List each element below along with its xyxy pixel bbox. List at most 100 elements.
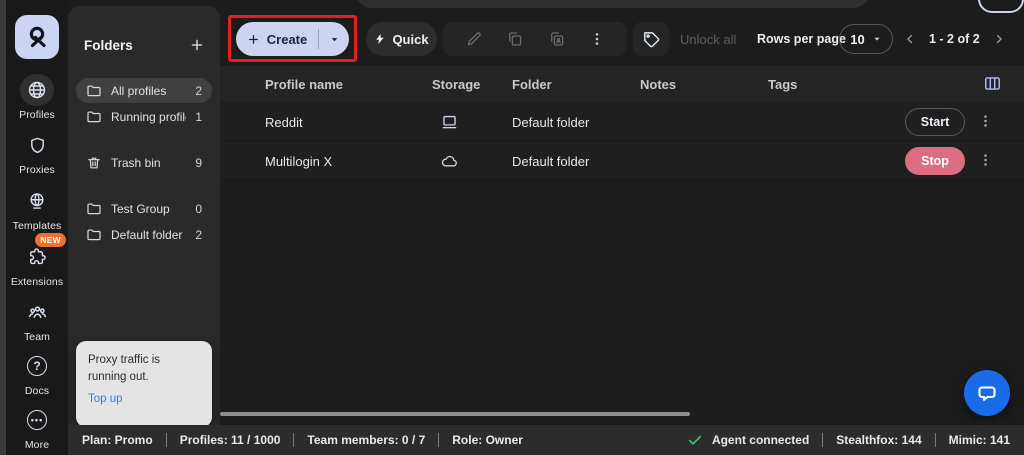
pagination: 1 - 2 of 2: [903, 22, 1006, 56]
column-header-tags[interactable]: Tags: [768, 66, 797, 102]
proxy-traffic-notice: Proxy traffic is running out. Top up: [76, 341, 212, 427]
icon-rail: Profiles Proxies Templates NEW Extension…: [6, 0, 68, 455]
folder-item-running-profiles[interactable]: Running profiles 1: [76, 104, 212, 129]
rows-per-page-select[interactable]: 10: [839, 24, 893, 54]
rows-per-page-label: Rows per page: [757, 32, 846, 46]
top-up-link[interactable]: Top up: [88, 393, 123, 405]
cloud-storage-icon: [440, 142, 459, 180]
sidebar-item-label: Docs: [24, 385, 50, 397]
team-people-icon: [20, 296, 54, 328]
sidebar-item-templates[interactable]: Templates: [6, 185, 68, 232]
stealthfox-version: Stealthfox: 144: [836, 433, 922, 447]
support-chat-button[interactable]: [964, 370, 1010, 416]
divider: [822, 433, 824, 447]
sidebar-item-label: Templates: [12, 220, 62, 232]
templates-globe-icon: [20, 185, 54, 217]
multilogin-logo[interactable]: [15, 15, 59, 59]
profile-name-cell: Reddit: [265, 114, 303, 130]
sidebar-item-proxies[interactable]: Proxies: [6, 129, 68, 176]
column-header-profile-name[interactable]: Profile name: [265, 66, 343, 102]
unlock-all-button[interactable]: Unlock all: [680, 22, 736, 56]
folder-count: 1: [195, 109, 202, 124]
tags-button[interactable]: [633, 22, 669, 56]
folder-cell: Default folder: [512, 114, 590, 130]
search-input[interactable]: Search. All quick actions: [355, 0, 870, 8]
chevron-down-icon: [872, 34, 882, 44]
folder-count: 9: [195, 155, 202, 170]
folder-item-trash-bin[interactable]: Trash bin 9: [76, 150, 212, 175]
stop-profile-button[interactable]: Stop: [905, 147, 965, 175]
folder-count: 2: [195, 83, 202, 98]
more-ellipsis-icon: •••: [20, 404, 54, 436]
quick-button-label: Quick: [392, 31, 429, 47]
table-row[interactable]: Multilogin X Default folder Stop: [220, 142, 1024, 180]
start-profile-button[interactable]: Start: [905, 108, 965, 136]
rows-per-page-value: 10: [850, 31, 865, 47]
team-members-status: Team members: 0 / 7: [307, 433, 426, 447]
column-header-notes[interactable]: Notes: [640, 66, 676, 102]
multilogin-logo-icon: [24, 24, 50, 50]
row-menu-icon[interactable]: [978, 150, 993, 170]
folder-label: Default folder: [111, 227, 183, 242]
duplicate-icon[interactable]: [506, 30, 524, 48]
help-question-icon: ?: [20, 350, 54, 382]
add-folder-button[interactable]: [186, 34, 208, 56]
divider: [438, 433, 440, 447]
folder-item-default-folder[interactable]: Default folder 2: [76, 222, 212, 247]
profile-name-cell: Multilogin X: [265, 153, 333, 169]
prev-page-icon[interactable]: [903, 32, 917, 46]
sidebar-item-more[interactable]: ••• More: [6, 404, 68, 451]
folder-count: 0: [195, 201, 202, 216]
notice-text: Proxy traffic is running out.: [88, 354, 160, 383]
pagination-range: 1 - 2 of 2: [929, 32, 980, 46]
edit-icon[interactable]: [465, 30, 483, 48]
sidebar-item-docs[interactable]: ? Docs: [6, 350, 68, 397]
status-bar: Plan: Promo Profiles: 11 / 1000 Team mem…: [68, 425, 1024, 455]
sidebar-item-label: Profiles: [19, 109, 55, 121]
folder-icon: [86, 227, 102, 243]
sidebar-item-profiles[interactable]: Profiles: [6, 74, 68, 121]
create-button-label: Create: [266, 31, 308, 47]
role-status: Role: Owner: [452, 433, 523, 447]
divider: [165, 433, 167, 447]
folder-icon: [86, 109, 102, 125]
row-menu-icon[interactable]: [978, 111, 993, 131]
divider: [293, 433, 295, 447]
mimic-version: Mimic: 141: [948, 433, 1010, 447]
folder-label: Running profiles: [111, 109, 186, 124]
folder-icon: [86, 83, 102, 99]
folder-item-test-group[interactable]: Test Group 0: [76, 196, 212, 221]
folder-label: Trash bin: [111, 155, 161, 170]
sidebar-item-label: Team: [23, 331, 51, 343]
next-page-icon[interactable]: [992, 32, 1006, 46]
sidebar-item-extensions[interactable]: NEW Extensions: [6, 233, 68, 288]
column-header-storage[interactable]: Storage: [432, 66, 480, 102]
account-avatar[interactable]: [978, 0, 1024, 13]
local-storage-icon: [440, 103, 459, 141]
sidebar-item-label: Extensions: [10, 276, 64, 288]
main-content: Search. All quick actions Create Quick: [220, 0, 1024, 425]
horizontal-scrollbar[interactable]: [220, 412, 690, 416]
sidebar-item-label: Proxies: [19, 164, 55, 176]
plus-icon: [247, 33, 260, 46]
create-dropdown-toggle[interactable]: [319, 34, 349, 45]
profiles-count-status: Profiles: 11 / 1000: [179, 433, 281, 447]
chat-bubble-icon: [975, 381, 999, 405]
sidebar-item-label: More: [24, 439, 50, 451]
clone-to-account-icon[interactable]: [548, 30, 566, 48]
agent-status: Agent connected: [711, 433, 810, 447]
folder-item-all-profiles[interactable]: All profiles 2: [76, 78, 212, 103]
column-header-folder[interactable]: Folder: [512, 66, 552, 102]
table-row[interactable]: Reddit Default folder Start: [220, 103, 1024, 141]
trash-icon: [86, 155, 102, 171]
lightning-icon: [374, 32, 386, 46]
globe-icon: [20, 74, 54, 106]
plan-status: Plan: Promo: [82, 433, 153, 447]
column-settings-icon[interactable]: [983, 74, 1002, 93]
quick-profile-button[interactable]: Quick: [366, 22, 437, 56]
sidebar-item-team[interactable]: Team: [6, 296, 68, 343]
create-profile-button[interactable]: Create: [236, 22, 349, 56]
shield-icon: [20, 129, 54, 161]
more-actions-icon[interactable]: [589, 31, 605, 47]
check-icon: [687, 432, 703, 448]
